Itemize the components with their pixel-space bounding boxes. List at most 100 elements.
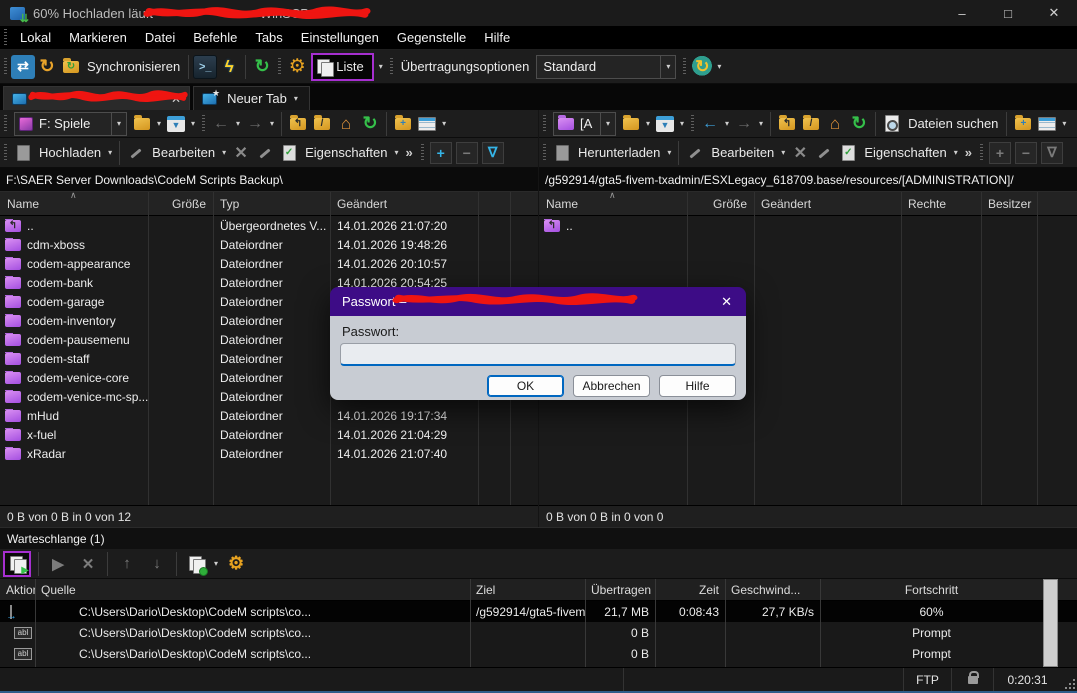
dialog-close-icon[interactable]: ✕ <box>707 294 746 310</box>
menu-item-datei[interactable]: Datei <box>136 30 184 45</box>
column-divider[interactable] <box>213 192 214 505</box>
refresh-icon[interactable]: ↻ <box>250 55 274 79</box>
download-button[interactable]: Herunterladen <box>574 145 664 160</box>
select-add-button[interactable]: + <box>430 142 452 164</box>
right-directory-combo[interactable]: [A ▾ <box>553 112 616 136</box>
queue-column-header[interactable]: Fortschritt <box>820 583 1043 597</box>
maximize-button[interactable]: □ <box>985 0 1031 26</box>
chevron-down-icon[interactable]: ▾ <box>722 119 732 128</box>
new-folder-icon[interactable]: + <box>1011 112 1035 136</box>
right-path-bar[interactable]: /g592914/gta5-fivem-txadmin/ESXLegacy_61… <box>539 168 1077 192</box>
column-header-typ[interactable]: Typ <box>213 197 330 211</box>
queue-delete-icon[interactable]: ✕ <box>75 552 101 576</box>
select-add-button[interactable]: + <box>989 142 1011 164</box>
overflow-chevron-icon[interactable]: » <box>961 145 976 160</box>
column-header-besitzer[interactable]: Besitzer <box>981 197 1037 211</box>
chevron-down-icon[interactable]: ▾ <box>219 148 229 157</box>
filter-icon[interactable] <box>653 112 677 136</box>
select-remove-button[interactable]: − <box>1015 142 1037 164</box>
panel-view-icon[interactable] <box>1035 112 1059 136</box>
chevron-down-icon[interactable]: ▾ <box>154 119 164 128</box>
chevron-down-icon[interactable]: ▾ <box>778 148 788 157</box>
menu-item-tabs[interactable]: Tabs <box>246 30 291 45</box>
parent-directory-icon[interactable]: ↰ <box>775 112 799 136</box>
column-divider[interactable] <box>585 579 586 667</box>
chevron-down-icon[interactable]: ▾ <box>439 119 449 128</box>
queue-column-header[interactable]: Quelle <box>35 583 470 597</box>
menu-item-gegenstelle[interactable]: Gegenstelle <box>388 30 475 45</box>
swap-panels-icon[interactable]: ⇄ <box>11 55 35 79</box>
open-directory-icon[interactable] <box>130 112 154 136</box>
back-icon[interactable]: ← <box>209 112 233 136</box>
queue-move-down-icon[interactable]: ↓ <box>144 552 170 576</box>
find-files-button[interactable]: Dateien suchen <box>904 116 1002 131</box>
queue-column-header[interactable]: Geschwind... <box>725 583 820 597</box>
parent-directory-icon[interactable]: ↰ <box>286 112 310 136</box>
chevron-down-icon[interactable]: ▾ <box>1059 119 1069 128</box>
queue-column-header[interactable]: Zeit <box>655 583 725 597</box>
back-icon[interactable]: ← <box>698 112 722 136</box>
chevron-down-icon[interactable]: ▾ <box>267 119 277 128</box>
toolbar-grip[interactable] <box>4 144 7 162</box>
column-divider[interactable] <box>1037 192 1038 505</box>
menu-item-markieren[interactable]: Markieren <box>60 30 136 45</box>
toolbar-grip[interactable] <box>4 29 7 47</box>
column-divider[interactable] <box>35 579 36 667</box>
chevron-down-icon[interactable]: ▾ <box>233 119 243 128</box>
password-input[interactable] <box>340 343 736 366</box>
column-header-geändert[interactable]: Geändert <box>754 197 901 211</box>
file-row[interactable]: x-fuelDateiordner14.01.2026 21:04:29 <box>0 425 538 444</box>
chevron-down-icon[interactable]: ▾ <box>105 148 115 157</box>
edit-button[interactable]: Bearbeiten <box>148 145 219 160</box>
help-button[interactable]: Hilfe <box>659 375 736 397</box>
overflow-chevron-icon[interactable]: » <box>402 145 417 160</box>
column-divider[interactable] <box>901 192 902 505</box>
queue-column-header[interactable]: Aktion <box>0 583 35 597</box>
console-icon[interactable]: >_ <box>193 55 217 79</box>
queue-row[interactable]: ablC:\Users\Dario\Desktop\CodeM scripts\… <box>0 622 1077 643</box>
new-tab-button[interactable]: Neuer Tab ▾ <box>193 86 310 110</box>
toolbar-grip[interactable] <box>980 144 983 162</box>
column-divider[interactable] <box>754 192 755 505</box>
chevron-down-icon[interactable]: ▾ <box>643 119 653 128</box>
column-divider[interactable] <box>820 579 821 667</box>
home-directory-icon[interactable]: ⌂ <box>823 112 847 136</box>
close-button[interactable]: ✕ <box>1031 0 1077 26</box>
column-header-größe[interactable]: Größe <box>148 197 213 211</box>
select-filter-button[interactable]: ∇ <box>482 142 504 164</box>
forward-icon[interactable]: → <box>732 112 756 136</box>
chevron-down-icon[interactable]: ▾ <box>211 559 221 568</box>
properties-button[interactable]: Eigenschaften <box>860 145 950 160</box>
queue-show-button[interactable] <box>3 551 31 577</box>
lock-indicator[interactable] <box>951 668 993 691</box>
select-filter-button[interactable]: ∇ <box>1041 142 1063 164</box>
transfer-settings-globe-icon[interactable]: ↻ <box>690 55 714 79</box>
keep-uptodate-icon[interactable]: ↻ <box>35 55 59 79</box>
select-remove-button[interactable]: − <box>456 142 478 164</box>
chevron-down-icon[interactable]: ▾ <box>391 148 401 157</box>
column-header-größe[interactable]: Größe <box>687 197 754 211</box>
chevron-down-icon[interactable]: ▾ <box>677 119 687 128</box>
chevron-down-icon[interactable]: ▾ <box>188 119 198 128</box>
menu-item-hilfe[interactable]: Hilfe <box>475 30 519 45</box>
queue-move-up-icon[interactable]: ↑ <box>114 552 140 576</box>
menu-item-einstellungen[interactable]: Einstellungen <box>292 30 388 45</box>
file-row[interactable]: mHudDateiordner14.01.2026 19:17:34 <box>0 406 538 425</box>
delete-icon[interactable]: ✕ <box>229 141 253 165</box>
view-liste-button[interactable]: Liste <box>311 53 373 81</box>
home-directory-icon[interactable]: ⌂ <box>334 112 358 136</box>
queue-column-header[interactable]: Übertragen <box>585 583 655 597</box>
column-divider[interactable] <box>655 579 656 667</box>
upload-button[interactable]: Hochladen <box>35 145 105 160</box>
filter-icon[interactable] <box>164 112 188 136</box>
add-session-icon[interactable]: ϟ <box>217 55 241 79</box>
edit-button[interactable]: Bearbeiten <box>707 145 778 160</box>
column-divider[interactable] <box>725 579 726 667</box>
synchronize-button[interactable]: Synchronisieren <box>83 59 184 74</box>
refresh-panel-icon[interactable]: ↻ <box>847 112 871 136</box>
file-row[interactable]: ↰.. <box>539 216 1077 235</box>
toolbar-grip[interactable] <box>683 58 686 76</box>
root-directory-icon[interactable]: / <box>310 112 334 136</box>
toolbar-grip[interactable] <box>543 144 546 162</box>
rename-icon[interactable] <box>812 141 836 165</box>
